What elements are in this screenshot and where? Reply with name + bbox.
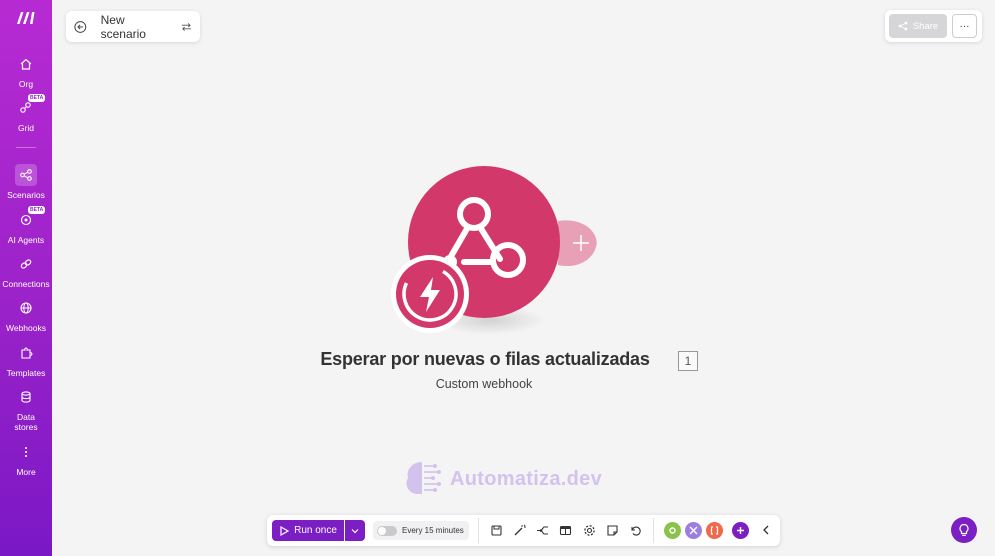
chevron-left-icon[interactable] — [760, 524, 772, 536]
scenarios-icon — [20, 169, 32, 181]
sidebar-item-label: Templates — [6, 368, 46, 378]
more-options-button[interactable]: ··· — [952, 14, 977, 38]
brackets-icon — [710, 526, 719, 535]
sidebar-item-connections[interactable]: Connections — [0, 253, 52, 289]
share-button[interactable]: Share — [889, 14, 947, 38]
watermark: Automatiza.dev — [402, 458, 602, 500]
sidebar-item-webhooks[interactable]: Webhooks — [0, 297, 52, 333]
top-right-actions: Share ··· — [885, 10, 982, 42]
sidebar-item-data-stores[interactable]: Data stores — [0, 386, 52, 432]
beta-badge: BETA — [28, 206, 46, 214]
schedule-control[interactable]: Every 15 minutes — [373, 521, 469, 540]
scenario-title[interactable]: New scenario — [101, 13, 167, 41]
beta-badge: BETA — [28, 94, 46, 102]
sidebar-item-label: More — [16, 467, 36, 477]
sidebar-item-label: Grid — [17, 123, 35, 133]
sidebar-item-ai-agents[interactable]: BETA AI Agents — [0, 206, 52, 245]
module-id-badge: 1 — [678, 351, 698, 371]
sidebar-item-org[interactable]: Org — [0, 53, 52, 89]
grid-icon — [20, 102, 31, 113]
run-once-label: Run once — [294, 525, 337, 536]
note-icon[interactable] — [606, 524, 619, 537]
instant-trigger-badge — [391, 255, 469, 333]
sidebar-divider — [16, 147, 36, 148]
sidebar-item-label: Org — [18, 79, 34, 89]
toolbar-divider — [653, 518, 654, 543]
back-arrow-icon[interactable] — [74, 20, 87, 34]
magic-wand-icon[interactable] — [513, 524, 526, 537]
flow-icon[interactable] — [536, 524, 549, 537]
module-subtitle: Custom webhook — [435, 377, 533, 391]
link-icon — [20, 259, 32, 269]
sidebar-item-label: Webhooks — [5, 323, 46, 333]
swap-icon[interactable] — [181, 21, 192, 33]
sidebar-item-scenarios[interactable]: Scenarios — [0, 164, 52, 200]
lightning-icon — [402, 266, 458, 322]
toolbar-divider — [478, 518, 479, 543]
puzzle-icon — [21, 347, 33, 359]
save-icon[interactable] — [490, 524, 503, 537]
sidebar-item-label: Scenarios — [7, 190, 45, 200]
table-icon[interactable] — [559, 524, 572, 537]
app-icon-code[interactable] — [706, 522, 723, 539]
add-module-handle[interactable] — [558, 217, 598, 269]
sidebar-item-label: Connections — [2, 279, 50, 289]
sidebar-item-more[interactable]: More — [0, 441, 52, 477]
app-icon-green[interactable] — [664, 522, 681, 539]
schedule-toggle[interactable] — [377, 525, 397, 536]
tools-icon — [689, 526, 698, 535]
run-once-button[interactable]: Run once — [272, 520, 344, 541]
database-icon — [21, 391, 31, 403]
add-app-button[interactable] — [732, 522, 749, 539]
run-options-dropdown[interactable] — [345, 520, 365, 541]
more-vertical-icon — [25, 447, 27, 457]
share-label: Share — [912, 20, 939, 32]
app-icon-tools[interactable] — [685, 522, 702, 539]
undo-icon[interactable] — [629, 524, 642, 537]
brain-circuit-icon — [406, 462, 441, 494]
sidebar-item-label: AI Agents — [7, 235, 45, 245]
lightbulb-icon — [959, 523, 969, 536]
sidebar-item-grid[interactable]: BETA Grid — [0, 94, 52, 133]
schedule-label: Every 15 minutes — [402, 526, 464, 535]
watermark-text: Automatiza.dev — [450, 467, 603, 490]
gear-icon[interactable] — [583, 524, 596, 537]
scenario-header: New scenario — [66, 11, 200, 42]
help-button[interactable] — [951, 517, 977, 543]
ai-agents-icon — [20, 214, 32, 226]
module-title[interactable]: Esperar por nuevas o filas actualizadas — [290, 349, 680, 370]
chevron-down-icon — [351, 528, 359, 533]
app-green-icon — [669, 527, 676, 534]
sidebar-item-templates[interactable]: Templates — [0, 342, 52, 378]
make-logo-icon[interactable] — [15, 10, 37, 26]
play-icon — [280, 525, 290, 536]
sidebar-item-label: Data stores — [14, 412, 38, 432]
globe-icon — [20, 302, 32, 314]
home-icon — [20, 58, 32, 70]
sidebar: Org BETA Grid Scenarios BETA AI Agents C… — [0, 0, 52, 556]
share-icon — [898, 21, 908, 31]
bottom-toolbar: Run once Every 15 minutes — [267, 515, 780, 546]
plus-icon — [737, 527, 744, 534]
